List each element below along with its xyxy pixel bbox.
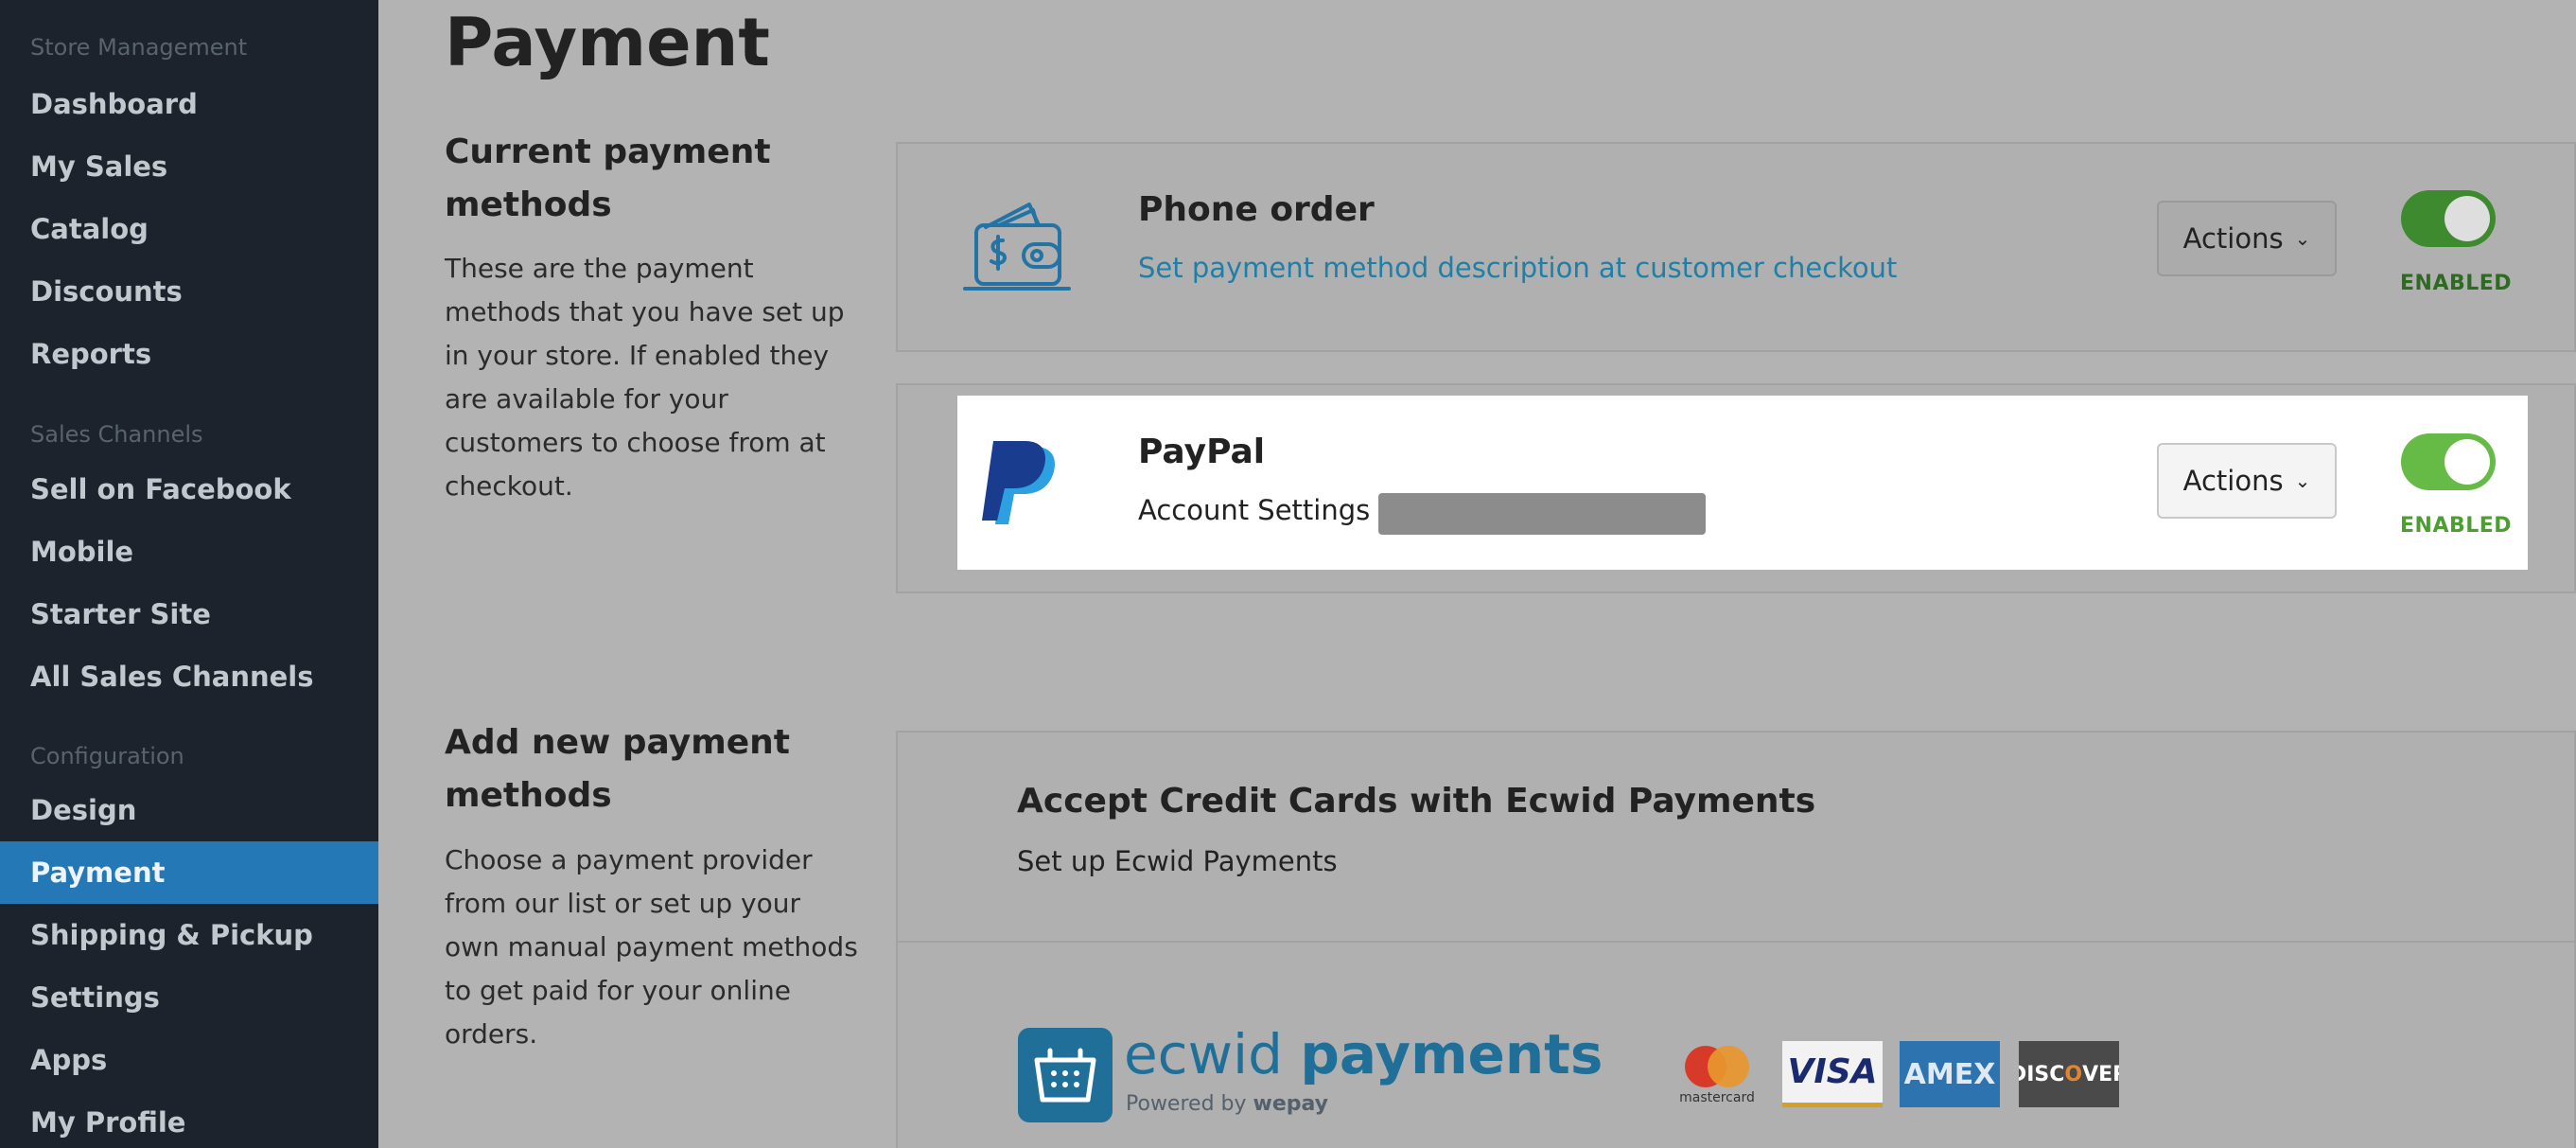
sidebar-item-my-profile[interactable]: My Profile [0, 1091, 378, 1148]
paypal-enabled-toggle[interactable] [2401, 433, 2496, 490]
toggle-knob [2445, 439, 2490, 485]
sidebar-item-sell-on-facebook[interactable]: Sell on Facebook [0, 458, 378, 521]
sidebar-item-settings[interactable]: Settings [0, 966, 378, 1029]
add-new-description: Choose a payment provider from our list … [445, 844, 858, 1050]
sidebar-item-starter-site[interactable]: Starter Site [0, 583, 378, 645]
chevron-down-icon: ⌄ [2294, 227, 2311, 250]
paypal-name: PayPal [1138, 433, 1266, 471]
actions-label: Actions [2182, 465, 2284, 497]
sidebar-item-shipping-pickup[interactable]: Shipping & Pickup [0, 904, 378, 966]
amex-logo: AMEX [1900, 1041, 2000, 1107]
add-new-heading: Add new payment methods [445, 723, 790, 815]
paypal-account-settings: Account Settings — [1138, 494, 1407, 526]
setup-ecwid-payments-link[interactable]: Set up Ecwid Payments [1017, 845, 1338, 877]
sidebar: Store Management Dashboard My Sales Cata… [0, 0, 378, 1148]
sidebar-item-reports[interactable]: Reports [0, 323, 378, 385]
actions-label: Actions [2182, 222, 2284, 255]
phone-order-enabled-toggle[interactable] [2401, 190, 2496, 247]
page-title: Payment [445, 4, 770, 81]
paypal-logo [980, 439, 1060, 532]
phone-order-actions-button[interactable]: Actions ⌄ [2157, 201, 2337, 276]
sidebar-item-apps[interactable]: Apps [0, 1029, 378, 1091]
offer-divider [896, 941, 2576, 943]
phone-order-description-link[interactable]: Set payment method description at custom… [1138, 252, 1897, 284]
ecwid-logo-icon [1018, 1028, 1113, 1122]
phone-order-name: Phone order [1138, 190, 1375, 229]
mastercard-logo: mastercard [1667, 1041, 1767, 1107]
paypal-actions-button[interactable]: Actions ⌄ [2157, 443, 2337, 519]
paypal-status: ENABLED [2400, 514, 2513, 538]
chevron-down-icon: ⌄ [2294, 469, 2311, 492]
redacted-account [1378, 493, 1706, 535]
sidebar-section-store-management: Store Management [30, 34, 248, 61]
sidebar-item-design[interactable]: Design [0, 779, 378, 841]
discover-logo: DISCOVER [2019, 1041, 2119, 1107]
current-methods-heading: Current payment methods [445, 132, 771, 224]
visa-logo: VISA [1782, 1041, 1883, 1107]
sidebar-item-catalog[interactable]: Catalog [0, 198, 378, 260]
sidebar-item-payment[interactable]: Payment [0, 841, 378, 904]
sidebar-item-all-sales-channels[interactable]: All Sales Channels [0, 645, 378, 708]
sidebar-section-sales-channels: Sales Channels [30, 421, 203, 448]
sidebar-item-discounts[interactable]: Discounts [0, 260, 378, 323]
sidebar-item-mobile[interactable]: Mobile [0, 521, 378, 583]
sidebar-section-configuration: Configuration [30, 743, 184, 769]
sidebar-item-my-sales[interactable]: My Sales [0, 135, 378, 198]
phone-order-status: ENABLED [2400, 272, 2513, 295]
powered-by-wepay: Powered by wepay [1126, 1092, 1329, 1116]
ecwid-payments-brand: ecwid payments [1124, 1022, 1603, 1086]
sidebar-item-dashboard[interactable]: Dashboard [0, 73, 378, 135]
toggle-knob [2445, 196, 2490, 241]
wallet-icon [963, 197, 1071, 291]
current-methods-description: These are the payment methods that you h… [445, 253, 845, 502]
offer-title: Accept Credit Cards with Ecwid Payments [1017, 782, 1816, 821]
